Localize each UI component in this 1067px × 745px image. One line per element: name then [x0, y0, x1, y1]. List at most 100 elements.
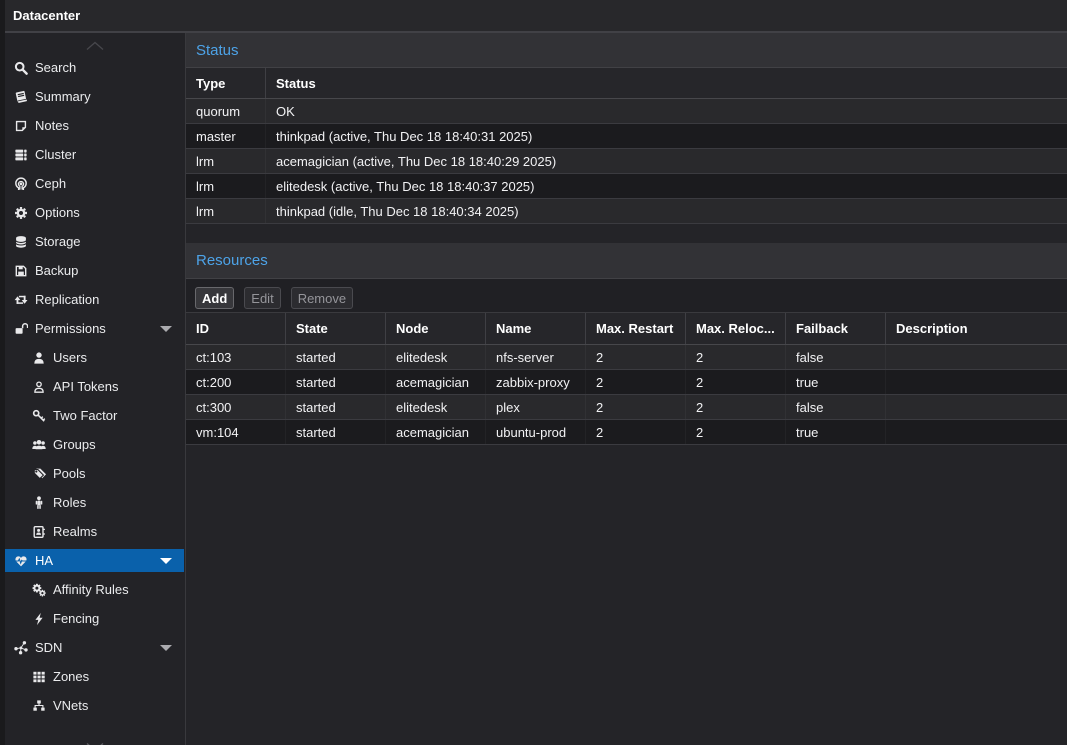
table-row[interactable]: lrmthinkpad (idle, Thu Dec 18 18:40:34 2… [186, 199, 1067, 224]
table-row[interactable]: quorumOK [186, 99, 1067, 124]
table-row[interactable]: lrmacemagician (active, Thu Dec 18 18:40… [186, 149, 1067, 174]
table-cell: 2 [586, 395, 686, 419]
caret-down-icon[interactable] [160, 645, 172, 651]
table-row[interactable]: lrmelitedesk (active, Thu Dec 18 18:40:3… [186, 174, 1067, 199]
column-header-max-reloc-[interactable]: Max. Reloc... [686, 313, 786, 344]
sidebar-item-ha[interactable]: HA [5, 546, 185, 575]
column-header-id[interactable]: ID [186, 313, 286, 344]
table-cell: ubuntu-prod [486, 420, 586, 444]
table-cell: started [286, 370, 386, 394]
table-cell: started [286, 395, 386, 419]
page-title: Datacenter [5, 8, 80, 23]
table-cell: 2 [686, 345, 786, 369]
sidebar-item-users[interactable]: Users [5, 343, 185, 372]
sidebar-item-highlight [5, 56, 184, 79]
book-icon [14, 90, 28, 104]
table-row[interactable]: ct:300startedelitedeskplex22false [186, 395, 1067, 420]
column-header-status[interactable]: Status [266, 68, 1067, 98]
sidebar-item-label: Zones [53, 669, 89, 684]
table-cell: 2 [586, 420, 686, 444]
sidebar-item-search[interactable]: Search [5, 53, 185, 82]
table-row[interactable]: ct:200startedacemagicianzabbix-proxy22tr… [186, 370, 1067, 395]
sidebar-item-backup[interactable]: Backup [5, 256, 185, 285]
column-header-state[interactable]: State [286, 313, 386, 344]
resources-table-header: IDStateNodeNameMax. RestartMax. Reloc...… [186, 313, 1067, 345]
resources-panel-title: Resources [186, 252, 268, 269]
table-cell: quorum [186, 99, 266, 123]
table-cell: elitedesk [386, 395, 486, 419]
table-cell: ct:200 [186, 370, 286, 394]
sidebar-item-label: Backup [35, 263, 78, 278]
sidebar-tree: Search Summary Notes Cluster CephOptionsStor… [5, 53, 185, 720]
sidebar-item-sdn[interactable]: SDN [5, 633, 185, 662]
table-cell: acemagician [386, 420, 486, 444]
sidebar-item-options[interactable]: Options [5, 198, 185, 227]
status-table-header: TypeStatus [186, 68, 1067, 99]
content-area: Status TypeStatus quorumOKmasterthinkpad… [186, 33, 1067, 745]
chevron-up-icon[interactable] [5, 33, 185, 53]
table-cell: plex [486, 395, 586, 419]
table-cell [886, 395, 1067, 419]
sidebar-item-cluster[interactable]: Cluster [5, 140, 185, 169]
sidebar-item-label: VNets [53, 698, 88, 713]
sidebar-item-zones[interactable]: Zones [5, 662, 185, 691]
sidebar-item-replication[interactable]: Replication [5, 285, 185, 314]
sidebar-item-label: Summary [35, 89, 91, 104]
unlock-icon [14, 322, 28, 336]
caret-down-icon[interactable] [160, 326, 172, 332]
sidebar-item-api-tokens[interactable]: API Tokens [5, 372, 185, 401]
sidebar-item-summary[interactable]: Summary [5, 82, 185, 111]
remove-button[interactable]: Remove [291, 287, 353, 309]
table-row[interactable]: vm:104startedacemagicianubuntu-prod22tru… [186, 420, 1067, 445]
caret-down-icon[interactable] [160, 558, 172, 564]
chevron-down-icon[interactable] [5, 739, 185, 745]
users-icon [32, 438, 46, 452]
user-icon [32, 351, 46, 365]
sidebar-item-vnets[interactable]: VNets [5, 691, 185, 720]
sidebar-item-pools[interactable]: Pools [5, 459, 185, 488]
table-cell: true [786, 420, 886, 444]
sidebar-item-highlight [5, 114, 184, 137]
table-cell: thinkpad (idle, Thu Dec 18 18:40:34 2025… [266, 199, 1067, 223]
sidebar-item-label: Groups [53, 437, 96, 452]
sitemap-icon [32, 699, 46, 713]
column-header-failback[interactable]: Failback [786, 313, 886, 344]
sidebar-item-label: API Tokens [53, 379, 119, 394]
status-panel: Status TypeStatus quorumOKmasterthinkpad… [186, 33, 1067, 243]
resources-panel: Resources AddEditRemove IDStateNodeNameM… [186, 243, 1067, 745]
sidebar-item-fencing[interactable]: Fencing [5, 604, 185, 633]
add-button[interactable]: Add [195, 287, 234, 309]
sidebar-item-storage[interactable]: Storage [5, 227, 185, 256]
table-cell: ct:103 [186, 345, 286, 369]
column-header-max-restart[interactable]: Max. Restart [586, 313, 686, 344]
edit-button[interactable]: Edit [244, 287, 280, 309]
table-cell: lrm [186, 174, 266, 198]
sidebar-item-groups[interactable]: Groups [5, 430, 185, 459]
column-header-name[interactable]: Name [486, 313, 586, 344]
sidebar-item-highlight [5, 85, 184, 108]
sidebar-item-permissions[interactable]: Permissions [5, 314, 185, 343]
sidebar-item-ceph[interactable]: Ceph [5, 169, 185, 198]
table-cell: vm:104 [186, 420, 286, 444]
table-row[interactable]: masterthinkpad (active, Thu Dec 18 18:40… [186, 124, 1067, 149]
sidebar-item-label: Cluster [35, 147, 76, 162]
column-header-type[interactable]: Type [186, 68, 266, 98]
sidebar-item-label: SDN [35, 640, 62, 655]
column-header-node[interactable]: Node [386, 313, 486, 344]
male-icon [32, 496, 46, 510]
sidebar-item-label: Permissions [35, 321, 106, 336]
table-cell: OK [266, 99, 1067, 123]
sidebar-item-realms[interactable]: Realms [5, 517, 185, 546]
table-row[interactable]: ct:103startedelitedesknfs-server22false [186, 345, 1067, 370]
sidebar-item-label: Two Factor [53, 408, 117, 423]
sidebar-item-roles[interactable]: Roles [5, 488, 185, 517]
sidebar-item-notes[interactable]: Notes [5, 111, 185, 140]
table-cell: 2 [586, 370, 686, 394]
server-icon [14, 148, 28, 162]
table-cell: started [286, 420, 386, 444]
column-header-description[interactable]: Description [886, 313, 1067, 344]
sidebar-item-two-factor[interactable]: Two Factor [5, 401, 185, 430]
search-icon [14, 61, 28, 75]
ceph-icon [14, 177, 28, 191]
sidebar-item-affinity-rules[interactable]: Affinity Rules [5, 575, 185, 604]
